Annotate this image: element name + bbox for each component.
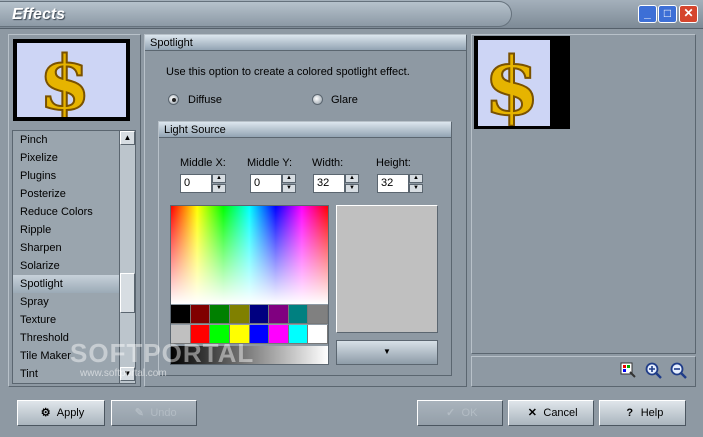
list-item[interactable]: Pixelize — [13, 149, 135, 167]
title-bar: Effects _ □ ✕ — [0, 0, 703, 29]
spin-down-icon[interactable]: ▼ — [345, 184, 359, 193]
svg-text:$: $ — [39, 43, 91, 117]
color-swatch[interactable] — [229, 305, 250, 324]
color-swatch[interactable] — [269, 325, 289, 344]
list-item[interactable]: Solarize — [13, 257, 135, 275]
swatch-row — [171, 305, 328, 324]
window-title: Effects — [12, 6, 66, 23]
middle-y-label: Middle Y: — [247, 157, 293, 169]
middle-x-stepper[interactable]: 0 ▲ ▼ — [180, 174, 226, 193]
ok-icon: ✓ — [445, 407, 456, 419]
color-swatch[interactable] — [171, 305, 191, 324]
spin-up-icon[interactable]: ▲ — [212, 174, 226, 183]
close-button[interactable]: ✕ — [679, 5, 698, 23]
glare-label[interactable]: Glare — [331, 94, 358, 106]
color-swatch[interactable] — [269, 305, 289, 324]
help-icon: ? — [626, 407, 634, 419]
spin-up-icon[interactable]: ▲ — [282, 174, 296, 183]
ok-label: OK — [461, 407, 478, 419]
middle-y-stepper[interactable]: 0 ▲ ▼ — [250, 174, 296, 193]
height-label: Height: — [376, 157, 411, 169]
color-swatch[interactable] — [190, 305, 211, 324]
zoom-out-icon[interactable] — [670, 362, 687, 379]
result-thumbnail: $ — [474, 36, 570, 129]
button-bar — [0, 392, 703, 437]
color-dropdown-button[interactable]: ▼ — [336, 340, 438, 365]
original-thumbnail: $ — [13, 39, 130, 121]
spotlight-header: Spotlight — [145, 35, 466, 51]
color-swatch[interactable] — [308, 305, 328, 324]
color-swatch[interactable] — [308, 325, 328, 344]
width-field[interactable]: 32 — [313, 174, 345, 193]
minimize-button[interactable]: _ — [638, 5, 657, 23]
apply-label: Apply — [56, 407, 85, 419]
list-item[interactable]: Spray — [13, 293, 135, 311]
cancel-icon: ✕ — [527, 407, 537, 419]
dollar-sign-thumbnail: $ — [478, 40, 550, 126]
undo-icon: ✎ — [134, 407, 144, 419]
chevron-down-icon: ▼ — [383, 347, 391, 356]
color-picker-icon[interactable] — [620, 362, 636, 378]
light-source-header: Light Source — [159, 122, 451, 138]
color-swatch[interactable] — [288, 305, 309, 324]
dollar-sign-thumbnail: $ — [17, 43, 126, 117]
middle-y-field[interactable]: 0 — [250, 174, 282, 193]
color-spectrum[interactable] — [171, 206, 328, 304]
diffuse-label[interactable]: Diffuse — [188, 94, 222, 106]
watermark: SOFTPORTAL — [70, 338, 255, 368]
ok-button[interactable]: ✓ OK — [417, 400, 503, 426]
spin-down-icon[interactable]: ▼ — [282, 184, 296, 193]
svg-text:$: $ — [484, 40, 540, 126]
help-label: Help — [640, 407, 664, 419]
color-swatch[interactable] — [249, 305, 270, 324]
color-swatch[interactable] — [288, 325, 309, 344]
width-label: Width: — [312, 157, 344, 169]
undo-label: Undo — [150, 407, 177, 419]
list-item[interactable]: Texture — [13, 311, 135, 329]
spin-down-icon[interactable]: ▼ — [409, 184, 423, 193]
list-item[interactable]: Ripple — [13, 221, 135, 239]
middle-x-label: Middle X: — [180, 157, 226, 169]
height-stepper[interactable]: 32 ▲ ▼ — [377, 174, 423, 193]
maximize-button[interactable]: □ — [658, 5, 677, 23]
list-item[interactable]: Posterize — [13, 185, 135, 203]
spin-down-icon[interactable]: ▼ — [212, 184, 226, 193]
glare-radio[interactable] — [312, 94, 323, 105]
undo-button[interactable]: ✎ Undo — [111, 400, 197, 426]
spin-up-icon[interactable]: ▲ — [345, 174, 359, 183]
scroll-up-icon[interactable]: ▲ — [120, 131, 135, 145]
title-pill: Effects — [0, 1, 512, 27]
scroll-thumb[interactable] — [120, 273, 135, 313]
apply-icon: ⚙ — [40, 407, 51, 419]
spotlight-description: Use this option to create a colored spot… — [166, 66, 410, 78]
zoom-in-icon[interactable] — [645, 362, 662, 379]
spin-up-icon[interactable]: ▲ — [409, 174, 423, 183]
color-swatch[interactable] — [210, 305, 230, 324]
height-field[interactable]: 32 — [377, 174, 409, 193]
list-item[interactable]: Plugins — [13, 167, 135, 185]
color-preview — [336, 205, 438, 333]
list-item[interactable]: Reduce Colors — [13, 203, 135, 221]
middle-x-field[interactable]: 0 — [180, 174, 212, 193]
cancel-button[interactable]: ✕ Cancel — [508, 400, 594, 426]
help-button[interactable]: ? Help — [599, 400, 686, 426]
cancel-label: Cancel — [543, 407, 578, 419]
diffuse-radio[interactable] — [168, 94, 179, 105]
apply-button[interactable]: ⚙ Apply — [17, 400, 105, 426]
zoom-toolbar — [471, 356, 696, 387]
watermark-url: www.softportal.com — [80, 368, 167, 379]
width-stepper[interactable]: 32 ▲ ▼ — [313, 174, 359, 193]
list-item[interactable]: Pinch — [13, 131, 135, 149]
list-item[interactable]: Spotlight — [13, 275, 135, 293]
list-item[interactable]: Sharpen — [13, 239, 135, 257]
